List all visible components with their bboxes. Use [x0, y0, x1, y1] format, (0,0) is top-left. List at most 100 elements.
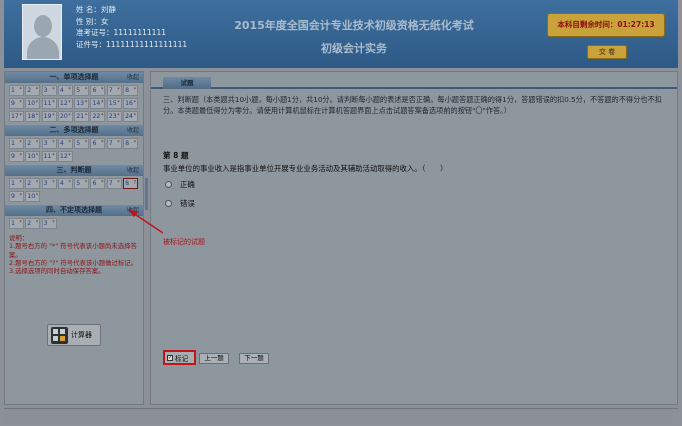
marked-question-callout: 被标记的试题 — [163, 238, 205, 246]
question-grid: 1 * 2 * 3 * 4 * 5 * 6 * 7 * 8 * 9 * 10 * 11 * 12 * 13 * 14 * 15 * 16 * 1… — [5, 83, 143, 125]
question-button[interactable]: 2 * — [25, 218, 41, 229]
calculator-icon — [51, 327, 68, 344]
tab-questions[interactable]: 试题 — [163, 77, 211, 89]
exam-subject: 初级会计实务 — [321, 42, 387, 55]
option-true[interactable]: 正确 — [165, 179, 195, 190]
question-button[interactable]: 1 * — [9, 218, 24, 229]
question-button[interactable]: 10 * — [25, 191, 41, 202]
option-label: 正确 — [180, 180, 195, 189]
question-grid: 1 * 2 * 3 * — [5, 216, 143, 232]
candidate-gender: 性 别：女 — [76, 16, 109, 26]
question-button[interactable]: 6 * — [90, 138, 106, 149]
mark-label: 标记 — [175, 354, 189, 363]
tab-bar: 试题 — [151, 72, 677, 89]
question-button[interactable]: 1 * — [9, 85, 24, 96]
radio-icon[interactable] — [165, 200, 172, 207]
question-button[interactable]: 12 * — [57, 151, 73, 162]
question-button[interactable]: 10 * — [25, 98, 41, 109]
section-title: 三、判断题 — [56, 166, 92, 174]
submit-button[interactable]: 交 卷 — [587, 45, 627, 59]
section-title: 二、多项选择题 — [49, 126, 99, 134]
section-title: 一、单项选择题 — [49, 73, 99, 81]
question-button[interactable]: 5 * — [74, 85, 90, 96]
question-button[interactable]: 13 * — [74, 98, 90, 109]
question-button[interactable]: 8 * — [123, 85, 139, 96]
question-button[interactable]: 14 * — [90, 98, 106, 109]
section-fold-toggle[interactable]: 收起 — [127, 72, 139, 83]
legend-note-line: 2.题号右方的 "?" 符号代表该小题做过标记。 — [9, 258, 138, 267]
candidate-id-no: 证件号：11111111111111111 — [76, 39, 188, 49]
question-panel: 试题 三、判断题（本类题共10小题，每小题1分，共10分。请判断每小题的表述是否… — [150, 71, 678, 405]
question-button[interactable]: 8 * — [123, 138, 139, 149]
legend-notes: 说明： 1.题号右方的 "*" 符号代表该小题尚未选择答案。 2.题号右方的 "?"… — [5, 232, 143, 275]
question-navigator: 一、单项选择题 收起 1 * 2 * 3 * 4 * 5 * 6 * 7 * 8 * 9 * 10 * 11 * 12 * 13 * 1… — [4, 71, 148, 405]
question-button[interactable]: 21 * — [74, 111, 90, 122]
question-button[interactable]: 18 * — [25, 111, 41, 122]
section-header: 一、单项选择题 收起 — [5, 72, 143, 83]
question-button[interactable]: 1 * — [9, 178, 24, 189]
section-fold-toggle[interactable]: 收起 — [127, 165, 139, 176]
question-button[interactable]: 3 * — [41, 85, 57, 96]
question-button[interactable]: 9 * — [9, 191, 24, 202]
question-button[interactable]: 9 * — [9, 151, 24, 162]
question-button[interactable]: 4 * — [57, 178, 73, 189]
section-instruction: 三、判断题（本类题共10小题，每小题1分，共10分。请判断每小题的表述是否正确。… — [163, 95, 662, 115]
question-button[interactable]: 22 * — [90, 111, 106, 122]
exam-title: 2015年度全国会计专业技术初级资格无纸化考试 — [234, 19, 474, 32]
question-button[interactable]: 12 * — [57, 98, 73, 109]
section-fold-toggle[interactable]: 收起 — [127, 125, 139, 136]
question-button-marked[interactable]: 8? — [123, 178, 139, 189]
question-button[interactable]: 3 * — [41, 218, 57, 229]
checkbox-checked-icon[interactable]: ✓ — [167, 354, 173, 361]
question-button[interactable]: 20 * — [57, 111, 73, 122]
question-button[interactable]: 6 * — [90, 85, 106, 96]
section-header: 四、不定项选择题 收起 — [5, 205, 143, 216]
legend-note-line: 1.题号右方的 "*" 符号代表该小题尚未选择答案。 — [9, 242, 137, 259]
candidate-admission-no: 准考证号：11111111111 — [76, 28, 166, 38]
exam-window: 姓 名：刘静 性 别：女 准考证号：11111111111 证件号：111111… — [0, 0, 682, 426]
radio-icon[interactable] — [165, 181, 172, 188]
prev-question-button[interactable]: 上一题 — [199, 353, 229, 364]
question-grid: 1 * 2 * 3 * 4 * 5 * 6 * 7 * 8? 9 * 10 * — [5, 176, 143, 205]
section-title: 四、不定项选择题 — [46, 206, 102, 214]
question-button[interactable]: 2 * — [25, 85, 41, 96]
question-button[interactable]: 15 * — [106, 98, 122, 109]
question-button[interactable]: 11 * — [41, 98, 57, 109]
calculator-button[interactable]: 计算器 — [47, 324, 101, 346]
question-button[interactable]: 9 * — [9, 98, 24, 109]
question-button[interactable]: 17 * — [9, 111, 24, 122]
question-grid: 1 * 2 * 3 * 4 * 5 * 6 * 7 * 8 * 9 * 10 * 11 * 12 * — [5, 136, 143, 165]
question-number: 第 8 题 — [163, 151, 189, 160]
question-button[interactable]: 3 * — [41, 138, 57, 149]
question-button[interactable]: 4 * — [57, 138, 73, 149]
section-header: 三、判断题 收起 — [5, 165, 143, 176]
question-button[interactable]: 23 * — [106, 111, 122, 122]
question-text: 事业单位的事业收入是指事业单位开展专业业务活动及其辅助活动取得的收入。（ ） — [163, 164, 448, 173]
question-button[interactable]: 10 * — [25, 151, 41, 162]
question-button[interactable]: 5 * — [74, 138, 90, 149]
question-button[interactable]: 2 * — [25, 178, 41, 189]
question-button[interactable]: 6 * — [90, 178, 106, 189]
question-button[interactable]: 16 * — [123, 98, 139, 109]
question-button[interactable]: 5 * — [74, 178, 90, 189]
next-question-button[interactable]: 下一题 — [239, 353, 269, 364]
option-label: 错误 — [180, 199, 195, 208]
candidate-info: 姓 名：刘静 性 别：女 准考证号：11111111111 证件号：111111… — [76, 4, 187, 50]
section-fold-toggle[interactable]: 收起 — [127, 205, 139, 216]
question-button[interactable]: 1 * — [9, 138, 24, 149]
question-button[interactable]: 7 * — [106, 138, 122, 149]
question-button[interactable]: 7 * — [106, 85, 122, 96]
option-false[interactable]: 错误 — [165, 198, 195, 209]
question-button[interactable]: 24 * — [123, 111, 139, 122]
question-button[interactable]: 4 * — [57, 85, 73, 96]
question-button[interactable]: 7 * — [106, 178, 122, 189]
candidate-name: 姓 名：刘静 — [76, 5, 116, 14]
section-header: 二、多项选择题 收起 — [5, 125, 143, 136]
question-button[interactable]: 11 * — [41, 151, 57, 162]
mark-checkbox[interactable]: ✓ 标记 — [163, 350, 196, 365]
candidate-photo — [22, 4, 62, 60]
sidebar-scrollbar[interactable] — [145, 178, 148, 210]
question-button[interactable]: 3 * — [41, 178, 57, 189]
question-button[interactable]: 19 * — [41, 111, 57, 122]
question-button[interactable]: 2 * — [25, 138, 41, 149]
